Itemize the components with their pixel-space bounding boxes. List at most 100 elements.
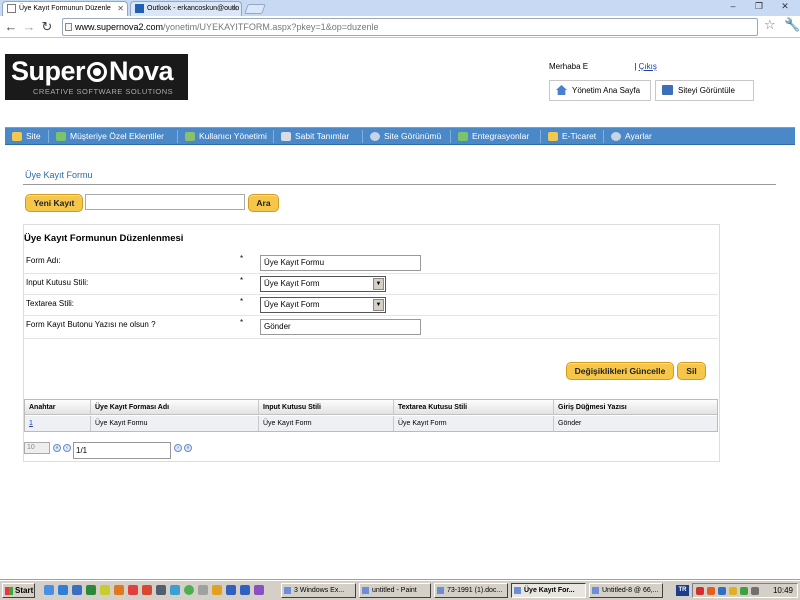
menu-site[interactable]: Site: [9, 128, 41, 145]
menu-integrations[interactable]: Entegrasyonlar: [455, 128, 529, 145]
page-number-input[interactable]: 1/1: [73, 442, 171, 459]
menu-label: Site: [26, 131, 41, 141]
delete-button[interactable]: Sil: [677, 362, 706, 380]
column-header[interactable]: Üye Kayıt Forması Adı: [91, 400, 259, 415]
taskbar-button-word[interactable]: 73-1991 (1).doc...: [434, 583, 508, 598]
start-button[interactable]: Start: [2, 583, 35, 598]
chevron-down-icon[interactable]: ▼: [373, 278, 384, 290]
address-bar[interactable]: www.supernova2.com/yonetim/UYEKAYITFORM.…: [62, 18, 758, 36]
explorer-icon[interactable]: [100, 585, 110, 595]
input-style-value: Üye Kayıt Form: [264, 279, 320, 288]
admin-home-button[interactable]: Yönetim Ana Sayfa: [549, 80, 651, 101]
clock[interactable]: 10:49: [773, 586, 793, 595]
textarea-style-select[interactable]: Üye Kayıt Form ▼: [260, 297, 386, 313]
column-header[interactable]: Anahtar: [25, 400, 91, 415]
chevron-down-icon[interactable]: ▼: [373, 299, 384, 311]
table-cell: Üye Kayıt Form: [394, 416, 554, 431]
word-icon[interactable]: [72, 585, 82, 595]
taskbar-button-paint[interactable]: untitled - Paint: [359, 583, 431, 598]
first-page-icon[interactable]: «: [53, 444, 61, 452]
tray-icon[interactable]: [729, 587, 737, 595]
gear-icon: [611, 132, 621, 141]
reload-icon[interactable]: ↻: [40, 19, 54, 35]
table-cell: Üye Kayıt Formu: [91, 416, 259, 431]
column-header[interactable]: Giriş Düğmesi Yazısı: [554, 400, 717, 415]
tab-label: Üye Kayıt Formunun Düzenle: [19, 5, 111, 12]
admin-home-label: Yönetim Ana Sayfa: [572, 86, 641, 95]
taskbar-button-chrome[interactable]: Üye Kayıt For...: [511, 583, 586, 598]
tab-uye-kayit[interactable]: Üye Kayıt Formunun Düzenle ✕: [2, 1, 128, 16]
app-icon[interactable]: [212, 585, 222, 595]
app-icon[interactable]: [170, 585, 180, 595]
column-header[interactable]: Input Kutusu Stili: [259, 400, 394, 415]
close-window-icon[interactable]: ✕: [772, 0, 798, 13]
minimize-icon[interactable]: –: [720, 0, 746, 13]
menu-e-commerce[interactable]: E-Ticaret: [545, 128, 596, 145]
view-site-button[interactable]: Siteyi Görüntüle: [655, 80, 754, 101]
menu-user-management[interactable]: Kullanıcı Yönetimi: [182, 128, 267, 145]
divider: [23, 184, 776, 185]
section-title: Üye Kayıt Formunun Düzenlenmesi: [24, 233, 184, 244]
search-button[interactable]: Ara: [248, 194, 279, 212]
chrome-icon[interactable]: [184, 585, 194, 595]
new-tab-button[interactable]: [244, 4, 266, 14]
menu-fixed-definitions[interactable]: Sabit Tanımlar: [278, 128, 349, 145]
menu-label: Site Görünümü: [384, 131, 442, 141]
folder-icon: [12, 132, 22, 141]
app-icon[interactable]: [156, 585, 166, 595]
required-mark: *: [240, 318, 244, 327]
document-icon: [281, 132, 291, 141]
tray-icon[interactable]: [696, 587, 704, 595]
tab-outlook[interactable]: Outlook - erkancoskun@outlo ✕: [130, 1, 242, 16]
page-title: Üye Kayıt Formu: [25, 170, 93, 180]
next-page-icon[interactable]: ›: [174, 444, 182, 452]
desktop-icon[interactable]: [44, 585, 54, 595]
wrench-icon[interactable]: 🔧: [784, 17, 800, 33]
menu-settings[interactable]: Ayarlar: [608, 128, 652, 145]
menu-label: Müşteriye Özel Eklentiler: [70, 131, 165, 141]
menu-label: Sabit Tanımlar: [295, 131, 350, 141]
input-style-select[interactable]: Üye Kayıt Form ▼: [260, 276, 386, 292]
bookmark-star-icon[interactable]: ☆: [764, 17, 776, 33]
prev-page-icon[interactable]: ‹: [63, 444, 71, 452]
last-page-icon[interactable]: »: [184, 444, 192, 452]
submit-text-input[interactable]: Gönder: [260, 319, 421, 335]
table-row[interactable]: 1 Üye Kayıt Formu Üye Kayıt Form Üye Kay…: [25, 416, 717, 431]
form-name-input[interactable]: Üye Kayıt Formu: [260, 255, 421, 271]
excel-icon[interactable]: [86, 585, 96, 595]
ie-icon[interactable]: [58, 585, 68, 595]
page-size-select[interactable]: 10: [24, 442, 50, 454]
firefox-icon[interactable]: [114, 585, 124, 595]
url-path: /yonetim/UYEKAYITFORM.aspx?pkey=1&op=duz…: [163, 22, 379, 32]
plugin-icon: [458, 132, 468, 141]
restore-icon[interactable]: ❐: [746, 0, 772, 13]
app-icon[interactable]: [254, 585, 264, 595]
menu-custom-plugins[interactable]: Müşteriye Özel Eklentiler: [53, 128, 164, 145]
search-input[interactable]: [85, 194, 245, 210]
close-tab-icon[interactable]: ✕: [231, 2, 238, 15]
column-header[interactable]: Textarea Kutusu Stili: [394, 400, 554, 415]
logout-link[interactable]: Çıkış: [639, 62, 657, 71]
speaker-icon[interactable]: [751, 587, 759, 595]
tray-icon[interactable]: [740, 587, 748, 595]
tray-icon[interactable]: [718, 587, 726, 595]
table-cell: Üye Kayıt Form: [259, 416, 394, 431]
forward-icon[interactable]: →: [22, 19, 36, 35]
record-key-link[interactable]: 1: [29, 420, 33, 427]
app-icon[interactable]: [198, 585, 208, 595]
logo-tagline: CREATIVE SOFTWARE SOLUTIONS: [33, 87, 174, 96]
close-tab-icon[interactable]: ✕: [117, 2, 124, 15]
taskbar-button-explorer[interactable]: 3 Windows Ex...: [281, 583, 356, 598]
main-menu: Site Müşteriye Özel Eklentiler Kullanıcı…: [5, 127, 795, 145]
taskbar-button-photoshop[interactable]: Untitled-8 @ 66,...: [589, 583, 663, 598]
app-icon[interactable]: [240, 585, 250, 595]
app-icon[interactable]: [142, 585, 152, 595]
language-indicator[interactable]: TR: [676, 585, 689, 596]
update-button[interactable]: Değişiklikleri Güncelle: [566, 362, 674, 380]
app-icon[interactable]: [128, 585, 138, 595]
menu-site-appearance[interactable]: Site Görünümü: [367, 128, 441, 145]
tray-icon[interactable]: [707, 587, 715, 595]
new-record-button[interactable]: Yeni Kayıt: [25, 194, 83, 212]
back-icon[interactable]: ←: [4, 19, 18, 35]
app-icon[interactable]: [226, 585, 236, 595]
